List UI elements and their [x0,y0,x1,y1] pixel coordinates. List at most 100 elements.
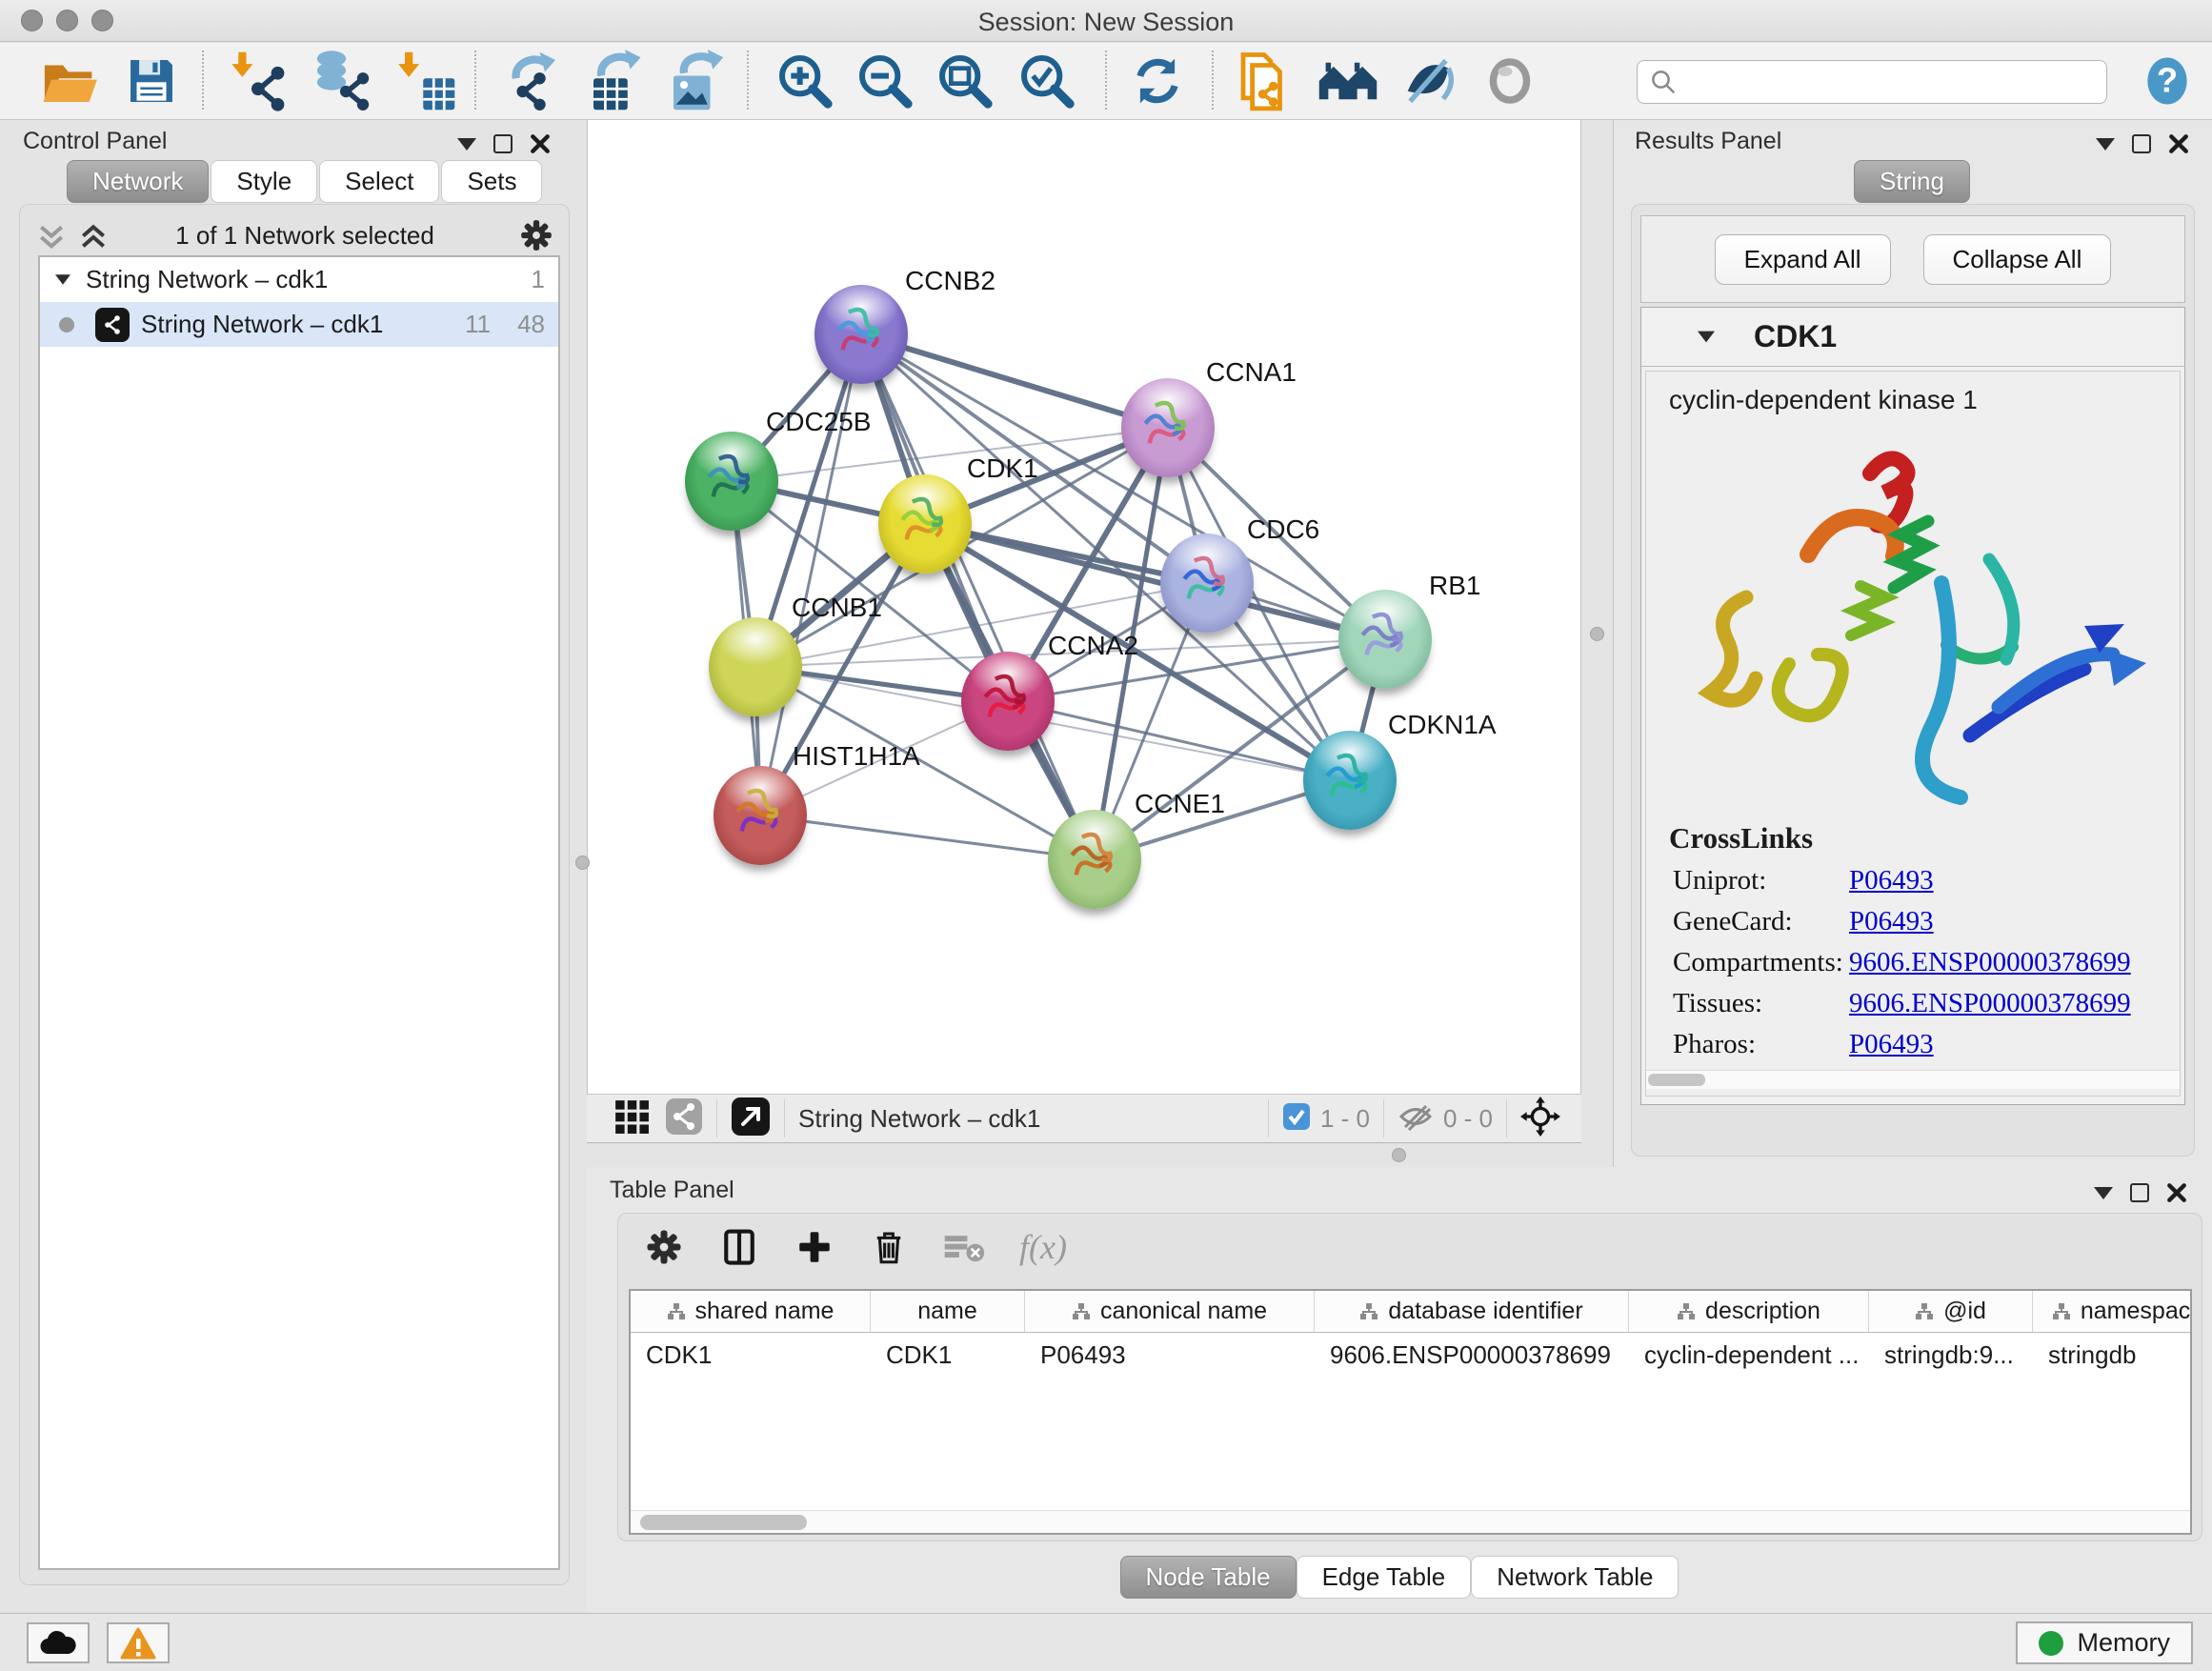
collapse-all-icon[interactable] [36,223,67,252]
network-row[interactable]: String Network – cdk1 11 48 [40,302,558,347]
control-panel-menu-icon[interactable] [457,138,476,151]
tab-style[interactable]: Style [211,160,317,203]
hidden-eye-icon[interactable] [1398,1100,1434,1137]
table-row[interactable]: CDK1CDK1P064939606.ENSP00000378699cyclin… [631,1333,2190,1377]
birds-eye-view-icon[interactable] [665,1097,703,1140]
table-cell[interactable]: CDK1 [631,1333,871,1377]
column-header-shared-name[interactable]: shared name [631,1291,871,1332]
crosslink-link[interactable]: P06493 [1849,1029,1934,1060]
network-node-ccne1[interactable] [1048,810,1141,909]
move-crosshair-icon[interactable] [1520,1097,1560,1141]
table-cell[interactable]: stringdb [2033,1333,2192,1377]
right-splitter-handle[interactable] [1590,627,1604,641]
table-hscrollbar[interactable] [631,1510,2190,1533]
network-options-gear-icon[interactable] [518,217,554,253]
tab-node-table[interactable]: Node Table [1120,1556,1297,1599]
search-field[interactable] [1637,60,2107,104]
control-panel-float-icon[interactable] [493,134,513,153]
left-splitter-handle[interactable] [575,856,590,870]
collapse-all-button[interactable]: Collapse All [1923,234,2112,285]
export-network-icon[interactable] [499,47,570,115]
columns-icon[interactable] [718,1226,760,1268]
network-canvas[interactable]: CCNB2CCNA1CDC25BCDK1CDC6RB1CCNB1CCNA2CDK… [587,120,1581,1094]
redraw-network-icon[interactable] [1122,47,1193,115]
table-cell[interactable]: stringdb:9... [1869,1333,2033,1377]
zoom-in-icon[interactable] [770,47,840,115]
tab-network[interactable]: Network [67,160,209,203]
string-home-icon[interactable] [1313,47,1383,115]
save-session-icon[interactable] [116,47,187,115]
crosslink-link[interactable]: 9606.ENSP00000378699 [1849,988,2131,1019]
network-node-cdkn1a[interactable] [1303,731,1397,830]
network-node-ccnb2[interactable] [814,285,908,384]
network-collection-row[interactable]: String Network – cdk1 1 [40,257,558,302]
tab-network-table[interactable]: Network Table [1471,1556,1679,1599]
tab-select[interactable]: Select [319,160,439,203]
zoom-fit-icon[interactable] [930,47,1000,115]
add-column-icon[interactable] [794,1227,835,1267]
crosslink-link[interactable]: P06493 [1849,906,1934,937]
warning-button[interactable] [107,1622,170,1663]
open-session-icon[interactable] [34,47,105,115]
import-network-database-icon[interactable] [307,47,377,115]
network-node-ccna2[interactable] [961,652,1055,751]
crosslink-link[interactable]: P06493 [1849,865,1934,896]
results-hscroll-thumb[interactable] [1648,1074,1705,1086]
table-panel-close-icon[interactable] [2166,1182,2187,1203]
hide-graphics-details-icon[interactable] [1393,47,1463,115]
collection-expand-icon[interactable] [55,274,70,284]
column-header-database-identifier[interactable]: database identifier [1315,1291,1629,1332]
cloud-button[interactable] [27,1622,90,1663]
grid-icon[interactable] [613,1098,650,1139]
column-header-name[interactable]: name [871,1291,1025,1332]
tab-sets[interactable]: Sets [441,160,542,203]
network-edge[interactable] [1008,701,1350,780]
delete-column-icon[interactable] [869,1227,909,1267]
eye-icon[interactable] [1475,47,1545,115]
bottom-splitter-handle[interactable] [1392,1148,1406,1162]
search-input[interactable] [1678,69,2106,95]
table-cell[interactable]: P06493 [1025,1333,1315,1377]
create-network-from-file-icon[interactable] [1229,47,1299,115]
column-header-description[interactable]: description [1629,1291,1869,1332]
zoom-selected-icon[interactable] [1012,47,1082,115]
crosslink-link[interactable]: 9606.ENSP00000378699 [1849,947,2131,978]
network-edge[interactable] [861,334,1095,859]
selected-checkbox-icon[interactable] [1282,1102,1311,1136]
open-in-window-icon[interactable] [731,1097,771,1141]
results-panel-menu-icon[interactable] [2096,138,2115,151]
import-table-file-icon[interactable] [391,47,461,115]
table-panel-menu-icon[interactable] [2094,1187,2113,1199]
tab-string[interactable]: String [1854,160,1970,203]
network-node-hist1h1a[interactable] [714,766,807,865]
gene-collapse-icon[interactable] [1698,332,1715,343]
network-node-cdk1[interactable] [878,474,972,574]
column-header-namespace[interactable]: namespace [2033,1291,2192,1332]
table-panel-float-icon[interactable] [2130,1183,2149,1202]
table-cell[interactable]: CDK1 [871,1333,1025,1377]
clear-table-icon[interactable] [943,1230,985,1264]
table-cell[interactable]: 9606.ENSP00000378699 [1315,1333,1629,1377]
column-header-canonical-name[interactable]: canonical name [1025,1291,1315,1332]
function-builder-icon[interactable]: f(x) [1019,1227,1067,1267]
zoom-out-icon[interactable] [850,47,920,115]
tab-edge-table[interactable]: Edge Table [1297,1556,1472,1599]
memory-button[interactable]: Memory [2016,1621,2193,1664]
network-node-cdc25b[interactable] [685,432,778,531]
table-hscroll-thumb[interactable] [640,1515,807,1530]
results-panel-close-icon[interactable] [2168,133,2189,154]
column-header--id[interactable]: @id [1869,1291,2033,1332]
network-node-ccna1[interactable] [1121,378,1215,477]
export-table-icon[interactable] [579,47,650,115]
export-image-icon[interactable] [659,47,730,115]
network-node-ccnb1[interactable] [709,617,802,716]
control-panel-close-icon[interactable] [530,133,551,154]
network-edge[interactable] [760,815,1095,859]
table-gear-icon[interactable] [644,1227,684,1267]
help-icon[interactable]: ? [2132,47,2202,115]
import-network-file-icon[interactable] [227,47,297,115]
expand-all-icon[interactable] [78,223,109,252]
network-node-cdc6[interactable] [1160,534,1254,633]
network-node-rb1[interactable] [1338,590,1432,689]
expand-all-button[interactable]: Expand All [1715,234,1891,285]
